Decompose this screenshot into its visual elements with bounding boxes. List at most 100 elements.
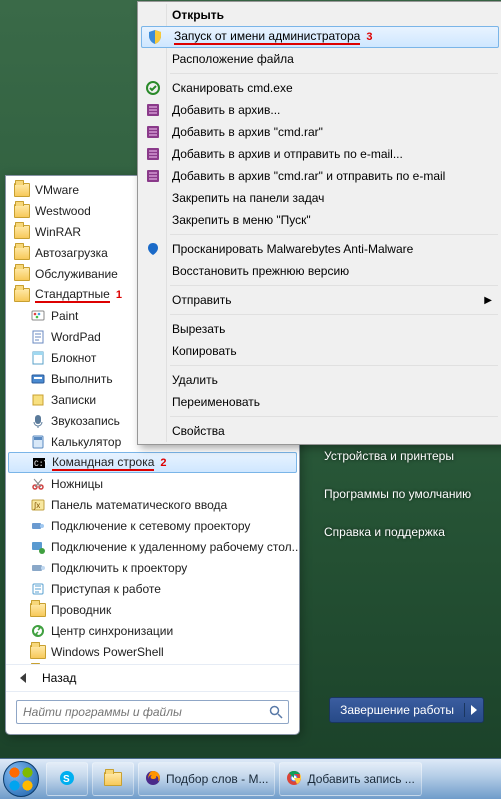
context-menu-separator (170, 365, 498, 366)
desktop: Панель управленияУстройства и принтерыПр… (0, 0, 501, 799)
back-arrow-icon (16, 670, 32, 686)
search-box[interactable] (16, 700, 289, 724)
soundrec-icon (30, 413, 46, 429)
taskbar-button[interactable]: Подбор слов - М... (138, 762, 275, 796)
shutdown-button[interactable]: Завершение работы (329, 697, 484, 723)
context-menu-label: Добавить в архив и отправить по e-mail..… (172, 147, 403, 161)
projector-icon (30, 560, 46, 576)
skype-icon: S (59, 770, 75, 789)
scan-icon (145, 80, 161, 96)
rar-icon (145, 124, 161, 140)
context-menu-item[interactable]: Закрепить на панели задач (140, 187, 500, 209)
firefox-icon (145, 770, 161, 789)
context-menu-label: Вырезать (172, 322, 225, 336)
svg-text:S: S (63, 774, 70, 785)
context-menu-label: Добавить в архив "cmd.rar" и отправить п… (172, 169, 445, 183)
wordpad-icon (30, 329, 46, 345)
right-pane-link[interactable]: Справка и поддержка (324, 525, 496, 539)
shutdown-menu-arrow[interactable] (465, 702, 483, 718)
context-menu-label: Копировать (172, 344, 237, 358)
rar-icon (145, 146, 161, 162)
context-menu-item[interactable]: Просканировать Malwarebytes Anti-Malware (140, 238, 500, 260)
context-menu-label: Сканировать cmd.exe (172, 81, 293, 95)
back-label: Назад (42, 671, 76, 685)
back-button[interactable]: Назад (6, 664, 299, 691)
program-label: Выполнить (51, 372, 113, 386)
context-menu-item[interactable]: Сканировать cmd.exe (140, 77, 500, 99)
taskbar-button-label: Подбор слов - М... (166, 772, 268, 786)
folder-icon (14, 287, 30, 303)
context-menu-separator (170, 416, 498, 417)
context-menu-label: Свойства (172, 424, 225, 438)
program-label: Командная строка (52, 455, 154, 471)
search-icon (268, 704, 284, 720)
taskbar-button[interactable]: S (46, 762, 88, 796)
start-program-item[interactable]: Ножницы (8, 473, 297, 494)
taskbar[interactable]: S Подбор слов - М... Добавить запись ... (0, 758, 501, 799)
context-menu-item[interactable]: Открыть (140, 4, 500, 26)
right-pane-link[interactable]: Устройства и принтеры (324, 449, 496, 463)
taskbar-button[interactable] (92, 762, 134, 796)
context-menu-label: Отправить (172, 293, 232, 307)
chevron-right-icon (466, 702, 482, 718)
start-program-item[interactable]: Подключение к сетевому проектору (8, 515, 297, 536)
folder-label: Автозагрузка (35, 246, 108, 260)
start-button[interactable] (0, 759, 42, 799)
folder-label: Westwood (35, 204, 91, 218)
context-menu-item[interactable]: Свойства (140, 420, 500, 442)
mbam-icon (145, 241, 161, 257)
windows-logo-icon (3, 761, 39, 797)
program-label: Windows PowerShell (51, 645, 164, 659)
start-program-item[interactable]: ∫xПанель математического ввода (8, 494, 297, 515)
start-program-item[interactable]: C:\Командная строка2 (8, 452, 297, 473)
context-menu-label: Восстановить прежнюю версию (172, 264, 349, 278)
folder-label: Стандартные (35, 287, 110, 303)
context-menu-item[interactable]: Добавить в архив "cmd.rar" (140, 121, 500, 143)
program-label: Приступая к работе (51, 582, 161, 596)
context-menu-item[interactable]: Расположение файла (140, 48, 500, 70)
start-program-item[interactable]: Подключение к удаленному рабочему стол..… (8, 536, 297, 557)
program-label: Ножницы (51, 477, 103, 491)
run-icon (30, 371, 46, 387)
context-menu-item[interactable]: Запуск от имени администратора3 (141, 26, 499, 48)
context-menu-separator (170, 73, 498, 74)
context-menu-label: Закрепить на панели задач (172, 191, 324, 205)
context-menu-label: Переименовать (172, 395, 260, 409)
folder-label: VMware (35, 183, 79, 197)
context-menu[interactable]: Открыть Запуск от имени администратора3Ра… (137, 1, 501, 445)
context-menu-label: Запуск от имени администратора (174, 29, 360, 45)
program-label: Блокнот (51, 351, 96, 365)
start-program-item[interactable]: Приступая к работе (8, 578, 297, 599)
context-menu-item[interactable]: Удалить (140, 369, 500, 391)
program-label: Центр синхронизации (51, 624, 173, 638)
right-pane-link[interactable]: Программы по умолчанию (324, 487, 496, 501)
context-menu-item[interactable]: Восстановить прежнюю версию (140, 260, 500, 282)
context-menu-label: Просканировать Malwarebytes Anti-Malware (172, 242, 413, 256)
context-menu-label: Открыть (172, 8, 224, 22)
search-input[interactable] (21, 704, 268, 720)
calc-icon (30, 434, 46, 450)
context-menu-item[interactable]: Копировать (140, 340, 500, 362)
start-program-item[interactable]: Центр синхронизации (8, 620, 297, 641)
sticky-icon (30, 392, 46, 408)
context-menu-item[interactable]: Добавить в архив... (140, 99, 500, 121)
shield-icon (147, 29, 163, 45)
taskbar-buttons: S Подбор слов - М... Добавить запись ... (42, 762, 422, 796)
shutdown-row: Завершение работы (300, 697, 496, 723)
context-menu-label: Добавить в архив... (172, 103, 280, 117)
program-label: Подключение к удаленному рабочему стол..… (51, 540, 299, 554)
taskbar-button[interactable]: Добавить запись ... (279, 762, 421, 796)
context-menu-item[interactable]: Отправить▶ (140, 289, 500, 311)
start-program-item[interactable]: Подключить к проектору (8, 557, 297, 578)
context-menu-item[interactable]: Переименовать (140, 391, 500, 413)
rar-icon (145, 102, 161, 118)
program-label: Paint (51, 309, 78, 323)
context-menu-item[interactable]: Добавить в архив и отправить по e-mail..… (140, 143, 500, 165)
context-menu-item[interactable]: Добавить в архив "cmd.rar" и отправить п… (140, 165, 500, 187)
mathinput-icon: ∫x (30, 497, 46, 513)
context-menu-item[interactable]: Закрепить в меню "Пуск" (140, 209, 500, 231)
start-program-item[interactable]: Windows PowerShell (8, 641, 297, 662)
context-menu-item[interactable]: Вырезать (140, 318, 500, 340)
start-program-item[interactable]: Проводник (8, 599, 297, 620)
rdp-icon (30, 539, 46, 555)
